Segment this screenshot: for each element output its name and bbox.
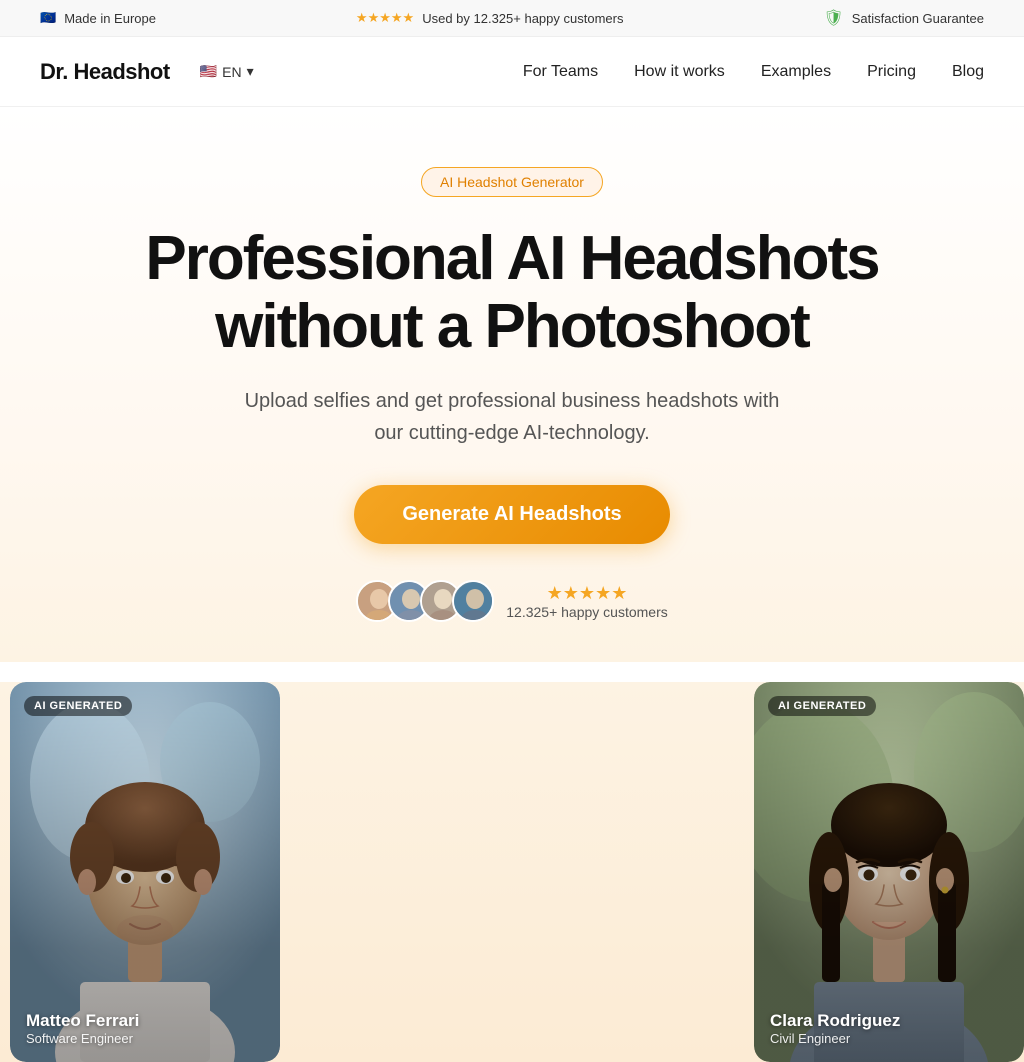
nav-links: For Teams How it works Examples Pricing … <box>523 63 984 81</box>
hero-title-line2: without a Photoshoot <box>215 292 809 361</box>
top-banner: 🇪🇺 Made in Europe ★★★★★ Used by 12.325+ … <box>0 0 1024 37</box>
card-name-right: Clara Rodriguez <box>770 1011 900 1031</box>
stars-banner: ★★★★★ <box>356 10 414 26</box>
nav-item-for-teams[interactable]: For Teams <box>523 63 598 81</box>
logo[interactable]: Dr. Headshot <box>40 59 170 85</box>
hero-badge: AI Headshot Generator <box>421 167 603 197</box>
made-in-europe-text: Made in Europe <box>64 11 156 26</box>
nav-item-pricing[interactable]: Pricing <box>867 63 916 81</box>
card-info-left: Matteo Ferrari Software Engineer <box>26 1011 139 1046</box>
proof-count-text: 12.325+ happy customers <box>506 604 668 620</box>
avatars-row <box>356 580 494 622</box>
ai-badge-left: AI GENERATED <box>24 696 132 716</box>
hero-section: AI Headshot Generator Professional AI He… <box>0 107 1024 662</box>
guarantee-banner: 🛡 Satisfaction Guarantee <box>823 8 984 28</box>
social-proof-text: Used by 12.325+ happy customers <box>422 11 623 26</box>
chevron-down-icon: ▾ <box>247 63 254 80</box>
nav-link-pricing[interactable]: Pricing <box>867 63 916 80</box>
made-in-europe: 🇪🇺 Made in Europe <box>40 10 156 26</box>
hero-subtitle: Upload selfies and get professional busi… <box>232 385 792 449</box>
nav-link-examples[interactable]: Examples <box>761 63 831 80</box>
avatar-4 <box>452 580 494 622</box>
lang-label: EN <box>222 64 241 80</box>
guarantee-text: Satisfaction Guarantee <box>852 11 984 26</box>
ai-badge-right: AI GENERATED <box>768 696 876 716</box>
nav-item-blog[interactable]: Blog <box>952 63 984 81</box>
card-name-left: Matteo Ferrari <box>26 1011 139 1031</box>
main-nav: Dr. Headshot 🇺🇸 EN ▾ For Teams How it wo… <box>0 37 1024 107</box>
card-info-right: Clara Rodriguez Civil Engineer <box>770 1011 900 1046</box>
nav-link-for-teams[interactable]: For Teams <box>523 63 598 80</box>
hero-title-line1: Professional AI Headshots <box>145 224 878 293</box>
shield-icon: 🛡 <box>823 8 843 28</box>
gallery-card-left: AI GENERATED Matteo Ferrari Software Eng… <box>10 682 280 1062</box>
card-title-left: Software Engineer <box>26 1031 139 1046</box>
generate-headshots-button[interactable]: Generate AI Headshots <box>354 485 669 544</box>
eu-flag-icon: 🇪🇺 <box>40 10 56 26</box>
hero-title: Professional AI Headshots without a Phot… <box>122 225 902 361</box>
gallery-section: AI GENERATED Matteo Ferrari Software Eng… <box>0 682 1024 1062</box>
nav-link-blog[interactable]: Blog <box>952 63 984 80</box>
nav-link-how-it-works[interactable]: How it works <box>634 63 725 80</box>
us-flag-icon: 🇺🇸 <box>200 63 217 80</box>
stars-proof: ★★★★★ <box>506 583 668 604</box>
card-title-right: Civil Engineer <box>770 1031 900 1046</box>
social-proof-banner: ★★★★★ Used by 12.325+ happy customers <box>356 10 624 26</box>
language-selector[interactable]: 🇺🇸 EN ▾ <box>200 63 254 80</box>
nav-item-examples[interactable]: Examples <box>761 63 831 81</box>
nav-item-how-it-works[interactable]: How it works <box>634 63 725 81</box>
proof-details: ★★★★★ 12.325+ happy customers <box>506 583 668 620</box>
social-proof-row: ★★★★★ 12.325+ happy customers <box>20 580 1004 622</box>
gallery-card-right: AI GENERATED Clara Rodriguez Civil Engin… <box>754 682 1024 1062</box>
